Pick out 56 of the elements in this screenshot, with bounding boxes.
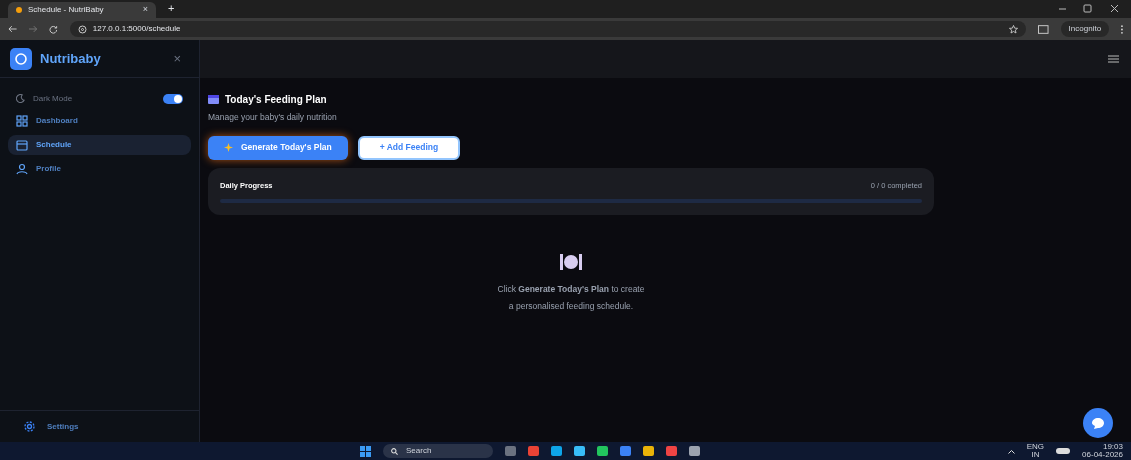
- chat-button[interactable]: [1083, 408, 1113, 438]
- app-icon[interactable]: [620, 446, 631, 456]
- app-icon[interactable]: [505, 446, 516, 456]
- nav-item[interactable]: Profile: [8, 159, 191, 179]
- moon-icon: [16, 94, 25, 103]
- taskbar-search-field[interactable]: Search: [383, 444, 493, 458]
- brand-name: Nutribaby: [40, 49, 102, 68]
- back-icon[interactable]: [8, 25, 17, 33]
- new-tab-button[interactable]: +: [168, 0, 175, 16]
- calendar-icon: [16, 139, 28, 151]
- close-sidebar-button[interactable]: ×: [173, 48, 181, 69]
- address-field[interactable]: 127.0.0.1:5000/schedule: [92, 23, 181, 35]
- nav-item[interactable]: Dashboard: [8, 111, 191, 131]
- app-icon[interactable]: [528, 446, 539, 456]
- menu-icon[interactable]: [1108, 55, 1119, 63]
- bookmark-star-icon[interactable]: [1009, 24, 1019, 34]
- reader-icon[interactable]: [1038, 24, 1049, 34]
- dark-mode-toggle[interactable]: [163, 93, 183, 104]
- empty-state-message: a personalised feeding schedule.: [508, 299, 634, 313]
- sparkle-icon: [224, 143, 233, 153]
- tab-title[interactable]: Schedule - NutriBaby: [28, 4, 137, 16]
- favicon-icon: [16, 7, 22, 13]
- app-icon[interactable]: [689, 446, 700, 456]
- clock-date[interactable]: 06-04-2026: [1082, 451, 1123, 459]
- nav-item[interactable]: Schedule: [8, 135, 191, 155]
- grid-icon: [16, 115, 28, 127]
- logo-icon: [10, 47, 32, 70]
- battery-icon[interactable]: [1056, 448, 1071, 454]
- person-icon: [16, 163, 28, 175]
- clock-time[interactable]: 19:03: [1102, 443, 1123, 451]
- reload-icon[interactable]: [49, 24, 58, 34]
- site-info-icon[interactable]: [77, 24, 87, 34]
- app-icon[interactable]: [597, 446, 608, 456]
- plate-cutlery-icon: [560, 253, 582, 271]
- app-icon[interactable]: [574, 446, 585, 456]
- tray-chevron-icon[interactable]: [1007, 448, 1015, 454]
- page-title: Today's Feeding Plan: [225, 93, 327, 107]
- start-icon[interactable]: [360, 445, 371, 457]
- dark-mode-label: Dark Mode: [33, 92, 74, 105]
- add-feeding-button[interactable]: + Add Feeding: [357, 135, 461, 160]
- page-subtitle: Manage your baby's daily nutrition: [208, 111, 338, 124]
- generate-plan-button[interactable]: Generate Today's Plan: [208, 135, 348, 160]
- settings-icon[interactable]: [24, 421, 35, 432]
- app-icon[interactable]: [643, 446, 654, 456]
- window-controls-icon[interactable]: [1059, 4, 1119, 14]
- app-icon[interactable]: [666, 446, 677, 456]
- chat-icon: [1092, 417, 1104, 429]
- language-code[interactable]: ENG: [1026, 443, 1045, 451]
- calendar-icon: [208, 95, 219, 104]
- empty-state-message: Click Generate Today's Plan to create: [497, 283, 645, 296]
- settings-link[interactable]: Settings: [47, 420, 79, 433]
- app-icon[interactable]: [551, 446, 562, 456]
- close-tab-button[interactable]: ×: [142, 3, 148, 17]
- region-code[interactable]: IN: [1031, 451, 1040, 459]
- incognito-badge[interactable]: Incognito: [1060, 21, 1110, 37]
- search-icon: [391, 447, 398, 455]
